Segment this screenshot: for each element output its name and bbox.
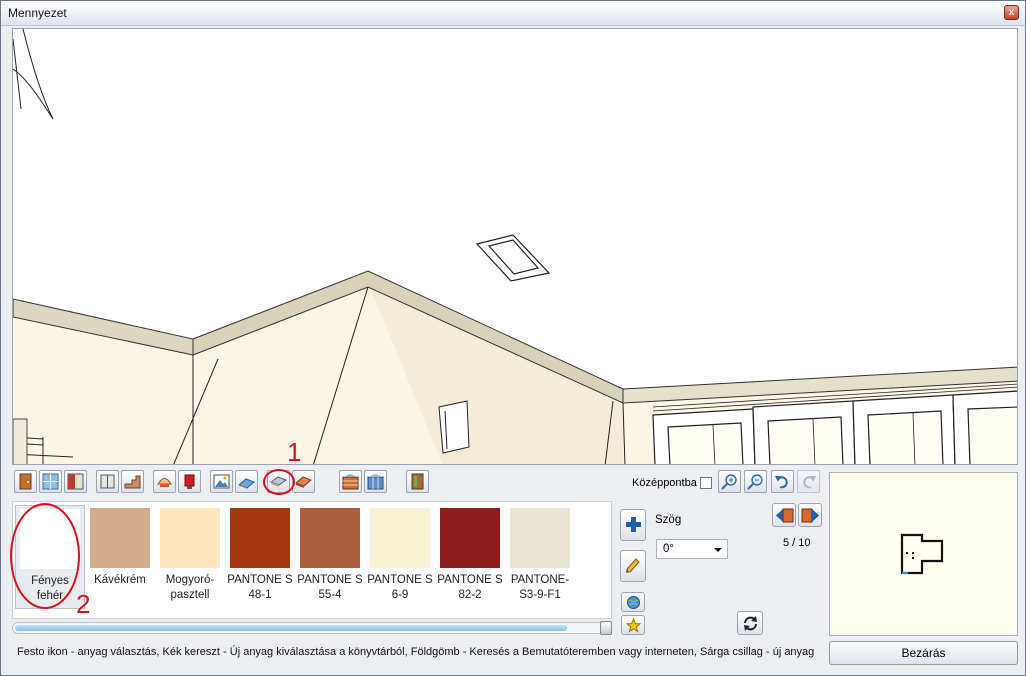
window-close-button[interactable]: x bbox=[1004, 5, 1019, 20]
previous-wall-button[interactable] bbox=[772, 503, 796, 527]
close-button[interactable]: Bezárás bbox=[829, 641, 1018, 665]
swatch-name: PANTONE S 82-2 bbox=[437, 574, 503, 601]
swatch-item[interactable]: PANTONE-S3-9-F1 bbox=[505, 505, 575, 605]
swatch-name: Mogyoró-pasztell bbox=[165, 574, 215, 601]
stairs-icon bbox=[124, 475, 141, 489]
arrow-left-icon bbox=[776, 508, 794, 523]
window-icon bbox=[42, 473, 59, 490]
chevron-down-icon bbox=[714, 548, 722, 552]
paint-bucket-icon bbox=[184, 474, 195, 489]
swatch-chip bbox=[370, 508, 430, 568]
swatch-item[interactable]: PANTONE S 48-1 bbox=[225, 505, 295, 605]
stairs-button[interactable] bbox=[121, 470, 144, 493]
swatch-chip bbox=[510, 508, 570, 568]
zoom-out-icon bbox=[747, 474, 763, 490]
refresh-icon bbox=[744, 616, 757, 631]
zoom-in-button[interactable] bbox=[718, 470, 741, 493]
swatch-name: PANTONE S 6-9 bbox=[367, 574, 433, 601]
swatch-item[interactable]: PANTONE S 82-2 bbox=[435, 505, 505, 605]
status-hint: Festo ikon - anyag választás, Kék keresz… bbox=[17, 646, 815, 658]
swatch-item[interactable]: PANTONE S 55-4 bbox=[295, 505, 365, 605]
swatch-chip bbox=[300, 508, 360, 568]
brick-wall-button[interactable] bbox=[339, 470, 362, 493]
floorplan-thumbnail bbox=[900, 533, 944, 575]
zoom-in-icon bbox=[721, 474, 737, 490]
redo-button[interactable] bbox=[797, 470, 820, 493]
swatch-name: PANTONE S 55-4 bbox=[297, 574, 363, 601]
window-button[interactable] bbox=[39, 470, 62, 493]
floor-button[interactable] bbox=[235, 470, 258, 493]
angle-label: Szög bbox=[655, 514, 682, 526]
swatch-scrollbar[interactable] bbox=[12, 621, 612, 635]
swatch-name: PANTONE S 48-1 bbox=[227, 574, 293, 601]
cabinet-button[interactable] bbox=[96, 470, 119, 493]
swatch-chip bbox=[160, 508, 220, 568]
page-indicator: 5 / 10 bbox=[783, 537, 811, 549]
annotation-label-2: 2 bbox=[76, 589, 91, 619]
door-button[interactable] bbox=[14, 470, 37, 493]
roof-icon bbox=[295, 476, 312, 488]
edit-material-button[interactable] bbox=[620, 550, 646, 582]
rotate-refresh-button[interactable] bbox=[737, 611, 763, 635]
brick-wall-icon bbox=[342, 474, 359, 490]
angle-select[interactable]: 0° bbox=[656, 539, 728, 559]
floor-icon bbox=[238, 478, 255, 489]
swatch-chip bbox=[440, 508, 500, 568]
swatch-name: Kávékrém bbox=[94, 574, 146, 586]
angle-value: 0° bbox=[663, 543, 674, 555]
blue-cross-icon bbox=[626, 517, 641, 532]
swatch-chip bbox=[230, 508, 290, 568]
annotation-circle-1 bbox=[263, 469, 295, 495]
ceiling-dialog: Mennyezet x Középpontba Fényes fehér Káv… bbox=[0, 0, 1026, 676]
paint-bucket-button[interactable] bbox=[178, 470, 201, 493]
wall-button[interactable] bbox=[64, 470, 87, 493]
window-title: Mennyezet bbox=[8, 6, 67, 20]
3d-viewport[interactable] bbox=[12, 28, 1018, 465]
lamp-icon bbox=[157, 478, 172, 487]
picture-button[interactable] bbox=[210, 470, 233, 493]
scrollbar-thumb[interactable] bbox=[15, 625, 567, 631]
material-swatch-list: Fényes fehér Kávékrém Mogyoró-pasztell P… bbox=[12, 501, 612, 619]
room-render bbox=[13, 29, 1017, 464]
wardrobe-icon bbox=[411, 473, 424, 490]
add-material-button[interactable] bbox=[620, 509, 646, 541]
pencil-icon bbox=[626, 558, 640, 573]
next-wall-button[interactable] bbox=[798, 503, 822, 527]
undo-button[interactable] bbox=[771, 470, 794, 493]
swatch-name: PANTONE-S3-9-F1 bbox=[510, 574, 570, 601]
center-label: Középpontba bbox=[632, 477, 697, 489]
roof-button[interactable] bbox=[292, 470, 315, 493]
undo-icon bbox=[775, 476, 788, 489]
door-icon bbox=[19, 473, 32, 490]
wall-icon bbox=[67, 473, 84, 490]
annotation-circle-2 bbox=[10, 503, 80, 609]
lamp-button[interactable] bbox=[153, 470, 176, 493]
swatch-chip bbox=[90, 508, 150, 568]
globe-search-button[interactable] bbox=[621, 592, 645, 612]
tile-icon bbox=[367, 474, 384, 490]
swatch-item[interactable]: Kávékrém bbox=[85, 505, 155, 605]
zoom-out-button[interactable] bbox=[744, 470, 767, 493]
arrow-right-icon bbox=[801, 508, 819, 523]
globe-icon bbox=[627, 596, 640, 609]
picture-icon bbox=[213, 474, 230, 489]
title-bar: Mennyezet x bbox=[1, 1, 1025, 26]
swatch-item[interactable]: PANTONE S 6-9 bbox=[365, 505, 435, 605]
scrollbar-handle[interactable] bbox=[600, 621, 612, 635]
yellow-star-icon bbox=[626, 618, 641, 633]
object-toolbar: Középpontba bbox=[12, 468, 826, 498]
new-material-button[interactable] bbox=[621, 615, 645, 635]
tile-button[interactable] bbox=[364, 470, 387, 493]
redo-icon bbox=[803, 476, 816, 489]
annotation-label-1: 1 bbox=[287, 437, 302, 467]
center-checkbox[interactable] bbox=[700, 477, 712, 489]
cabinet-icon bbox=[100, 474, 115, 489]
wardrobe-button[interactable] bbox=[406, 470, 429, 493]
floorplan-preview[interactable] bbox=[829, 472, 1018, 636]
swatch-item[interactable]: Mogyoró-pasztell bbox=[155, 505, 225, 605]
